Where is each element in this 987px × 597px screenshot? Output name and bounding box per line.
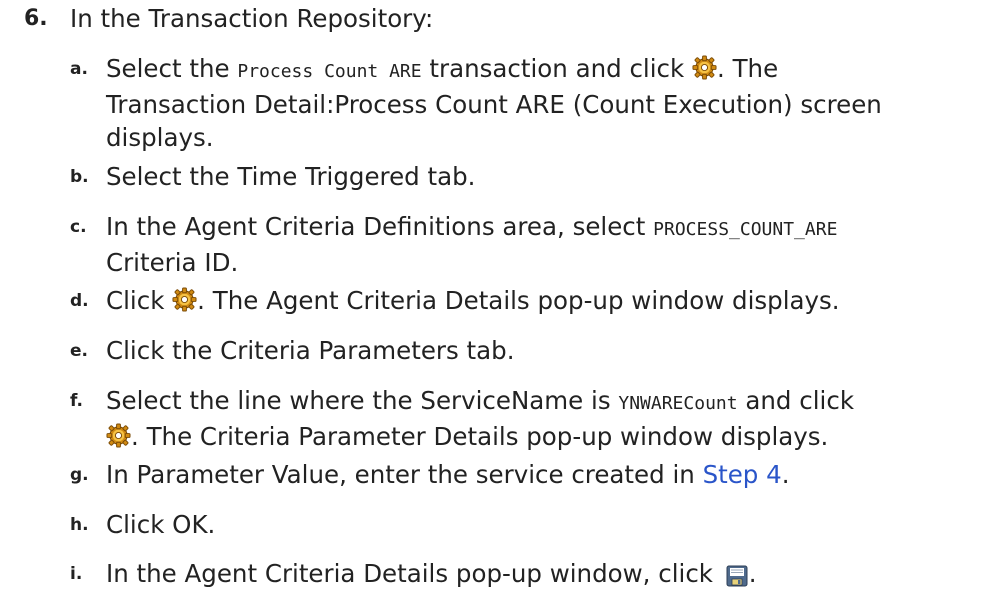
step-number: 6. <box>24 6 48 31</box>
step-text: In the Transaction Repository: <box>70 4 434 33</box>
substep-text: Criteria ID. <box>106 248 239 277</box>
save-icon <box>725 564 749 588</box>
substep-text: In Parameter Value, enter the service cr… <box>106 460 703 489</box>
substep-text: Click the Criteria Parameters tab. <box>106 336 515 365</box>
criteria-id: PROCESS_COUNT_ARE <box>653 219 838 240</box>
substep-letter: g. <box>70 465 89 485</box>
substep-text: . The Criteria Parameter Details pop-up … <box>131 422 829 451</box>
substep-body: In Parameter Value, enter the service cr… <box>106 458 976 491</box>
substep-text: . <box>748 559 757 588</box>
substep-body: In the Agent Criteria Details pop-up win… <box>106 557 976 590</box>
gear-details-icon <box>106 423 131 448</box>
substep-text: . <box>781 460 790 489</box>
substep-text: Transaction Detail:Process Count ARE (Co… <box>106 90 882 119</box>
substep-letter: h. <box>70 515 89 535</box>
substep-body: Select the Time Triggered tab. <box>106 160 976 193</box>
substep-body: Click OK. <box>106 508 976 541</box>
substep-letter: d. <box>70 291 89 311</box>
substep-text: . The Agent Criteria Details pop-up wind… <box>197 286 840 315</box>
substep-text: and click <box>737 386 855 415</box>
substep-text: In the Agent Criteria Definitions area, … <box>106 212 654 241</box>
substep-text: transaction and click <box>421 54 692 83</box>
gear-details-icon <box>692 55 717 80</box>
substep-letter: i. <box>70 564 83 584</box>
substep-letter: f. <box>70 391 83 411</box>
gear-details-icon <box>172 287 197 312</box>
service-name: YNWARECount <box>618 393 738 414</box>
substep-letter: b. <box>70 167 89 187</box>
substep-text: Click OK. <box>106 510 216 539</box>
step-4-link[interactable]: Step 4 <box>703 460 782 489</box>
substep-letter: c. <box>70 217 87 237</box>
substep-text: In the Agent Criteria Details pop-up win… <box>106 559 721 588</box>
substep-body: Select the line where the ServiceName is… <box>106 384 976 453</box>
substep-body: In the Agent Criteria Definitions area, … <box>106 210 976 279</box>
substep-body: Select the Process Count ARE transaction… <box>106 52 976 154</box>
substep-text: Select the line where the ServiceName is <box>106 386 619 415</box>
transaction-name: Process Count ARE <box>237 61 422 82</box>
substep-body: Click the Criteria Parameters tab. <box>106 334 976 367</box>
substep-letter: a. <box>70 59 88 79</box>
substep-letter: e. <box>70 341 88 361</box>
substep-text: Click <box>106 286 173 315</box>
substep-text: . The <box>717 54 779 83</box>
substep-text: Select the <box>106 54 238 83</box>
substep-body: Click . The Agent Criteria Details pop-u… <box>106 284 976 317</box>
substep-text: displays. <box>106 123 214 152</box>
substep-text: Select the Time Triggered tab. <box>106 162 476 191</box>
